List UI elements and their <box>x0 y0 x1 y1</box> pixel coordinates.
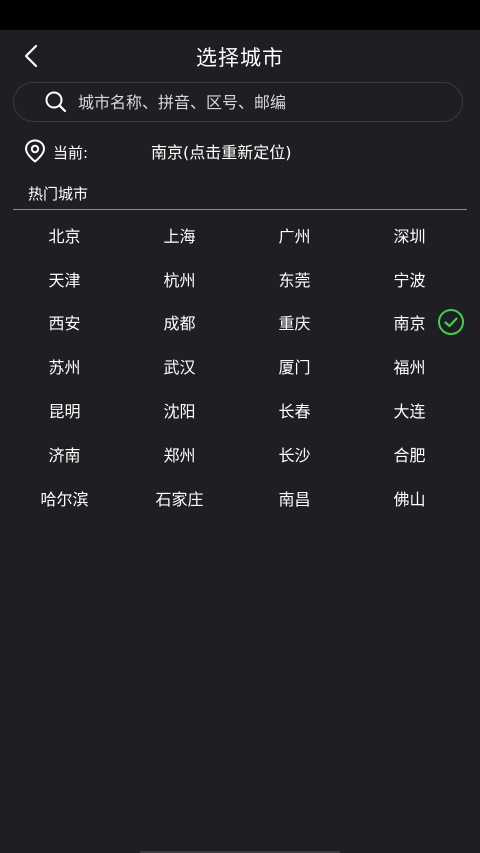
divider <box>13 209 467 210</box>
city-item[interactable]: 西安 <box>7 301 122 345</box>
city-item[interactable]: 哈尔滨 <box>7 476 122 520</box>
city-item[interactable]: 长春 <box>237 388 352 432</box>
city-name: 厦门 <box>278 358 311 378</box>
city-name: 西安 <box>48 314 81 334</box>
current-city-relocate[interactable]: 南京(点击重新定位) <box>151 139 292 163</box>
city-name: 南昌 <box>278 489 311 509</box>
city-name: 哈尔滨 <box>40 489 89 509</box>
city-name: 天津 <box>48 270 81 290</box>
page-title: 选择城市 <box>196 46 284 70</box>
city-item[interactable]: 杭州 <box>122 257 237 301</box>
current-label: 当前: <box>53 144 89 162</box>
city-item[interactable]: 上海 <box>122 213 237 257</box>
city-item[interactable]: 南昌 <box>237 476 352 520</box>
check-circle-icon <box>438 309 464 336</box>
city-name: 重庆 <box>278 314 311 334</box>
status-bar <box>0 0 480 30</box>
city-item[interactable]: 东莞 <box>237 257 352 301</box>
city-name: 合肥 <box>393 445 426 465</box>
city-item[interactable]: 济南 <box>7 432 122 476</box>
search-input[interactable] <box>76 83 462 121</box>
city-name: 长春 <box>278 402 311 422</box>
city-name: 东莞 <box>278 270 311 290</box>
city-name: 北京 <box>48 226 81 246</box>
city-name: 南京 <box>393 314 426 334</box>
city-item[interactable]: 广州 <box>237 213 352 257</box>
city-item[interactable]: 成都 <box>122 301 237 345</box>
city-item[interactable]: 佛山 <box>352 476 467 520</box>
city-item[interactable]: 重庆 <box>237 301 352 345</box>
city-item[interactable]: 厦门 <box>237 344 352 388</box>
city-name: 沈阳 <box>163 402 196 422</box>
city-name: 杭州 <box>163 270 196 290</box>
city-item[interactable]: 合肥 <box>352 432 467 476</box>
search-box[interactable] <box>13 82 463 122</box>
city-name: 济南 <box>48 445 81 465</box>
hot-cities-grid: 北京 上海 广州 深圳天津 杭州 东莞 宁波西安 成都 重庆 南京苏州 武汉 厦门 福州昆明 沈阳 长春 大连… <box>7 213 467 520</box>
city-name: 佛山 <box>393 489 426 509</box>
city-item[interactable]: 沈阳 <box>122 388 237 432</box>
city-item[interactable]: 武汉 <box>122 344 237 388</box>
city-item[interactable]: 深圳 <box>352 213 467 257</box>
city-name: 长沙 <box>278 445 311 465</box>
city-item[interactable]: 昆明 <box>7 388 122 432</box>
city-item[interactable]: 福州 <box>352 344 467 388</box>
city-item[interactable]: 苏州 <box>7 344 122 388</box>
current-location-row: 当前: 南京(点击重新定位) <box>0 134 480 168</box>
search-icon <box>44 90 68 114</box>
city-name: 昆明 <box>48 402 81 422</box>
city-name: 大连 <box>393 402 426 422</box>
city-name: 石家庄 <box>155 489 204 509</box>
city-item[interactable]: 大连 <box>352 388 467 432</box>
city-name: 福州 <box>393 358 426 378</box>
city-name: 苏州 <box>48 358 81 378</box>
city-item[interactable]: 天津 <box>7 257 122 301</box>
city-item[interactable]: 宁波 <box>352 257 467 301</box>
city-name: 成都 <box>163 314 196 334</box>
city-item[interactable]: 郑州 <box>122 432 237 476</box>
hot-cities-title: 热门城市 <box>28 185 89 203</box>
header: 选择城市 <box>0 30 480 82</box>
city-name: 深圳 <box>393 226 426 246</box>
city-name: 上海 <box>163 226 196 246</box>
city-name: 广州 <box>278 226 311 246</box>
city-item[interactable]: 南京 <box>352 301 467 345</box>
location-pin-icon <box>25 139 45 163</box>
city-name: 郑州 <box>163 445 196 465</box>
city-name: 武汉 <box>163 358 196 378</box>
city-item[interactable]: 石家庄 <box>122 476 237 520</box>
city-item[interactable]: 北京 <box>7 213 122 257</box>
city-name: 宁波 <box>393 270 426 290</box>
city-item[interactable]: 长沙 <box>237 432 352 476</box>
